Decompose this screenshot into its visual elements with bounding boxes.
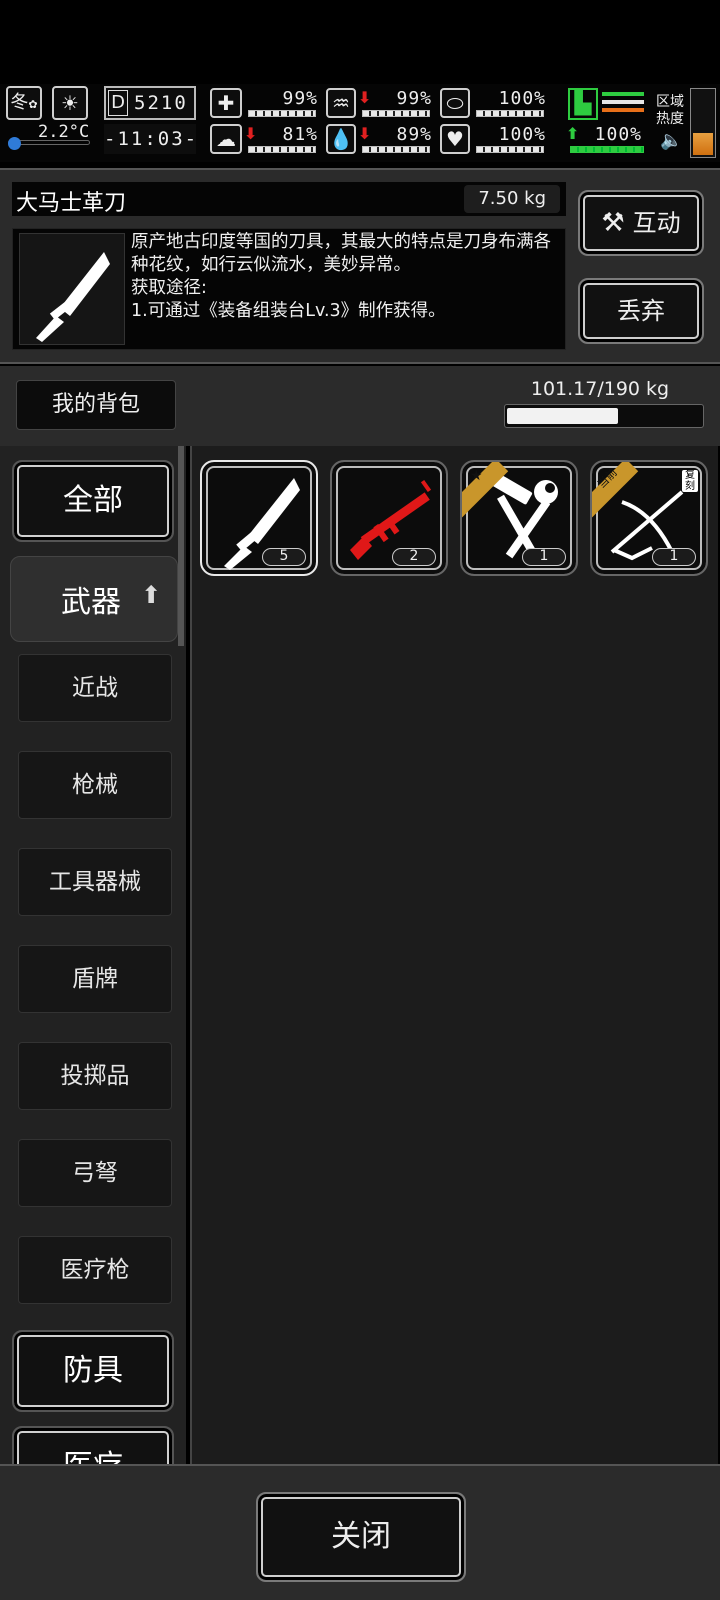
hunger-bar bbox=[362, 110, 430, 117]
item-weight: 7.50 kg bbox=[464, 185, 560, 213]
temperature-value: 2.2°C bbox=[38, 122, 90, 142]
subcategory-button[interactable]: 近战 bbox=[18, 654, 172, 722]
item-description-block: 原产地古印度等国的刀具，其最大的特点是刀身布满各种花纹，如行云似流水，美妙异常。… bbox=[131, 231, 561, 323]
sickness-bar bbox=[248, 146, 316, 153]
boot-icon: ▙ bbox=[568, 88, 598, 120]
obtain-line: 1.可通过《装备组装台Lv.3》制作获得。 bbox=[131, 301, 446, 321]
category-sidebar[interactable]: 全部 武器 ⬆ 近战枪械工具器械盾牌投掷品弓弩医疗枪 防具 医疗 bbox=[0, 446, 186, 1464]
slot-crossbow[interactable]: 当前 复刻 1 bbox=[590, 460, 708, 576]
zone-heat-meter bbox=[690, 88, 716, 158]
reprint-tag: 复刻 bbox=[682, 470, 698, 492]
bag-capacity-bar bbox=[504, 404, 704, 428]
subcategory-button[interactable]: 枪械 bbox=[18, 751, 172, 819]
item-info-box: 原产地古印度等国的刀具，其最大的特点是刀身布满各种花纹，如行云似流水，美妙异常。… bbox=[12, 228, 566, 350]
bag-capacity-text: 101.17/190 kg bbox=[530, 378, 670, 400]
thirst-percent: 89% bbox=[396, 124, 432, 145]
heart-bar bbox=[476, 146, 544, 153]
sun-icon: ☀ bbox=[52, 86, 88, 120]
bag-capacity-fill bbox=[507, 408, 618, 424]
health-percent: 99% bbox=[282, 88, 318, 109]
item-name: 大马士革刀 bbox=[16, 191, 127, 216]
season-badge: 冬✿ bbox=[6, 86, 42, 120]
slot-count: 2 bbox=[392, 548, 436, 566]
medkit-icon: ✚ bbox=[210, 88, 242, 118]
zone-heat-label: 区域 热度 bbox=[656, 94, 684, 127]
item-image bbox=[19, 233, 125, 345]
star-icon: ★ bbox=[470, 468, 483, 484]
category-weapons-label: 武器 bbox=[61, 585, 121, 620]
heart-percent: 100% bbox=[498, 124, 546, 145]
tab-my-bag[interactable]: 我的背包 bbox=[16, 380, 176, 430]
stomach-icon: ♒ bbox=[326, 88, 356, 118]
discard-label: 丢弃 bbox=[617, 297, 665, 325]
subcategory-button[interactable]: 盾牌 bbox=[18, 945, 172, 1013]
item-title-bar: 大马士革刀 7.50 kg bbox=[12, 182, 566, 216]
slot-hammer-wrench[interactable]: ★ 1 bbox=[460, 460, 578, 576]
item-grid bbox=[190, 446, 718, 1464]
knife-icon bbox=[36, 252, 110, 342]
category-armor[interactable]: 防具 bbox=[12, 1330, 174, 1412]
category-weapons[interactable]: 武器 ⬆ bbox=[10, 556, 178, 642]
clock-display: -11:03- bbox=[104, 124, 196, 154]
interact-button[interactable]: ⚒ 互动 bbox=[578, 190, 704, 256]
thirst-bar bbox=[362, 146, 430, 153]
mood-percent: 100% bbox=[498, 88, 546, 109]
category-medical[interactable]: 医疗 bbox=[12, 1426, 174, 1464]
stamina-lines bbox=[602, 92, 644, 116]
slot-rifle[interactable]: 2 bbox=[330, 460, 448, 576]
subcategory-button[interactable]: 医疗枪 bbox=[18, 1236, 172, 1304]
hunger-percent: 99% bbox=[396, 88, 432, 109]
heart-icon: ♥ bbox=[440, 124, 470, 154]
interact-label: 互动 bbox=[632, 209, 681, 237]
slot-count: 1 bbox=[652, 548, 696, 566]
category-all[interactable]: 全部 bbox=[12, 460, 174, 542]
item-detail-panel: 大马士革刀 7.50 kg 原产地古印度等国的刀具，其最大的特点是刀身布满各种花… bbox=[0, 168, 720, 364]
day-counter: D 5210 bbox=[104, 86, 196, 120]
discard-button[interactable]: 丢弃 bbox=[578, 278, 704, 344]
expand-up-arrow-icon: ⬆ bbox=[141, 581, 162, 609]
subcategory-button[interactable]: 弓弩 bbox=[18, 1139, 172, 1207]
stamina-bar bbox=[570, 146, 644, 153]
subcategory-button[interactable]: 工具器械 bbox=[18, 848, 172, 916]
capsule-icon: ⬭ bbox=[440, 88, 470, 118]
slot-count: 5 bbox=[262, 548, 306, 566]
speaker-icon[interactable]: 🔈 bbox=[660, 130, 682, 151]
bag-header: 我的背包 101.17/190 kg bbox=[0, 366, 720, 446]
item-description: 原产地古印度等国的刀具，其最大的特点是刀身布满各种花纹，如行云似流水，美妙异常。 bbox=[131, 232, 551, 275]
subcategory-button[interactable]: 投掷品 bbox=[18, 1042, 172, 1110]
bottom-bar: 关闭 bbox=[0, 1464, 720, 1600]
obtain-title: 获取途径: bbox=[131, 278, 207, 298]
sidebar-scrollbar[interactable] bbox=[178, 446, 184, 646]
close-button[interactable]: 关闭 bbox=[256, 1492, 466, 1582]
mood-bar bbox=[476, 110, 544, 117]
slot-knife[interactable]: 5 bbox=[200, 460, 318, 576]
stamina-percent: 100% bbox=[594, 124, 642, 145]
sickness-percent: 81% bbox=[282, 124, 318, 145]
brain-icon: ☁ bbox=[210, 124, 242, 154]
water-drop-icon: 💧 bbox=[326, 124, 356, 154]
status-bar: 冬✿ ☀ 2.2°C D 5210 -11:03- ✚ 99% ♒ ⬇ 99% … bbox=[0, 84, 720, 162]
health-bar bbox=[248, 110, 316, 117]
slot-count: 1 bbox=[522, 548, 566, 566]
hammer-hand-icon: ⚒ bbox=[601, 208, 625, 238]
